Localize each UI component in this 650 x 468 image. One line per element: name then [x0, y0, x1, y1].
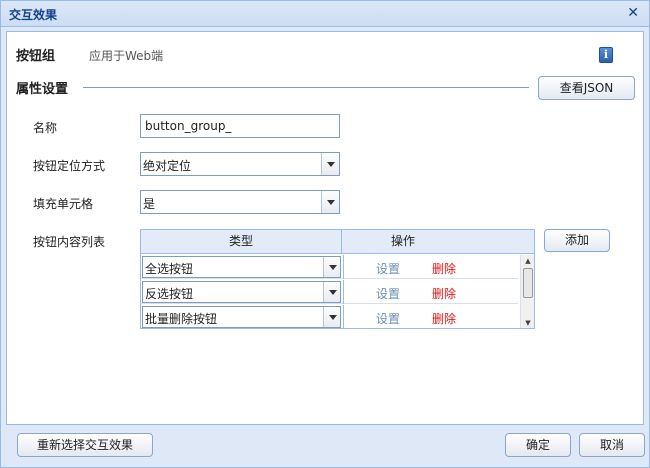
column-header-action: 操作	[390, 234, 415, 248]
column-header-type: 类型	[141, 230, 342, 254]
add-button[interactable]: 添加	[544, 229, 610, 252]
chevron-down-icon[interactable]	[323, 307, 340, 327]
dialog-body: 按钮组 应用于Web端 i 属性设置 查看JSON 名称 按钮定位方式 绝对定位…	[6, 31, 644, 425]
reselect-interaction-button[interactable]: 重新选择交互效果	[17, 433, 153, 457]
row-delete-link[interactable]: 删除	[432, 310, 456, 327]
row-settings-link[interactable]: 设置	[376, 310, 400, 327]
chevron-down-icon[interactable]	[321, 191, 339, 213]
row-delete-link[interactable]: 删除	[432, 285, 456, 302]
fill-select[interactable]: 是	[140, 190, 340, 214]
cancel-button[interactable]: 取消	[579, 433, 645, 457]
table-row: 全选按钮 设置 删除	[141, 255, 518, 279]
row-type-value: 全选按钮	[145, 262, 194, 276]
row-type-select[interactable]: 批量删除按钮	[142, 306, 341, 328]
row-settings-link[interactable]: 设置	[376, 285, 400, 302]
chevron-down-icon[interactable]	[323, 282, 340, 302]
table-row: 批量删除按钮 设置 删除	[141, 305, 518, 328]
ok-button[interactable]: 确定	[505, 433, 571, 457]
row-type-value: 批量删除按钮	[145, 312, 218, 326]
section-title: 属性设置	[16, 82, 69, 97]
interaction-dialog: 交互效果 ✕ 按钮组 应用于Web端 i 属性设置 查看JSON 名称 按钮定位…	[0, 0, 650, 468]
button-list-grid: 类型 操作 全选按钮 设置 删除 反选按钮 设置 删除 批量删除按钮 设置 删除…	[140, 229, 535, 329]
row-settings-link[interactable]: 设置	[376, 260, 400, 277]
table-row: 反选按钮 设置 删除	[141, 280, 518, 304]
scroll-thumb[interactable]	[523, 268, 533, 298]
info-icon[interactable]: i	[599, 47, 613, 63]
component-subtitle: 应用于Web端	[89, 49, 164, 63]
fill-select-value: 是	[143, 197, 156, 211]
chevron-down-icon[interactable]	[321, 153, 339, 175]
row-delete-link[interactable]: 删除	[432, 260, 456, 277]
grid-header: 类型 操作	[141, 230, 534, 254]
chevron-down-icon[interactable]	[323, 257, 340, 277]
dialog-title: 交互效果	[9, 8, 58, 22]
dialog-titlebar: 交互效果 ✕	[1, 1, 649, 27]
row-type-value: 反选按钮	[145, 287, 194, 301]
scroll-down-icon[interactable]: ▼	[521, 317, 534, 328]
row-type-select[interactable]: 反选按钮	[142, 281, 341, 303]
component-name: 按钮组	[16, 49, 56, 64]
row-type-select[interactable]: 全选按钮	[142, 256, 341, 278]
name-label: 名称	[33, 121, 58, 135]
grid-scrollbar[interactable]: ▲ ▼	[520, 255, 534, 328]
scroll-up-icon[interactable]: ▲	[521, 255, 534, 267]
close-icon[interactable]: ✕	[627, 5, 639, 21]
name-input[interactable]	[140, 114, 340, 138]
view-json-button[interactable]: 查看JSON	[538, 76, 635, 100]
position-label: 按钮定位方式	[33, 159, 106, 173]
section-divider	[83, 87, 529, 88]
position-select-value: 绝对定位	[143, 159, 192, 173]
fill-label: 填充单元格	[33, 197, 94, 211]
list-label: 按钮内容列表	[33, 235, 106, 249]
position-select[interactable]: 绝对定位	[140, 152, 340, 176]
